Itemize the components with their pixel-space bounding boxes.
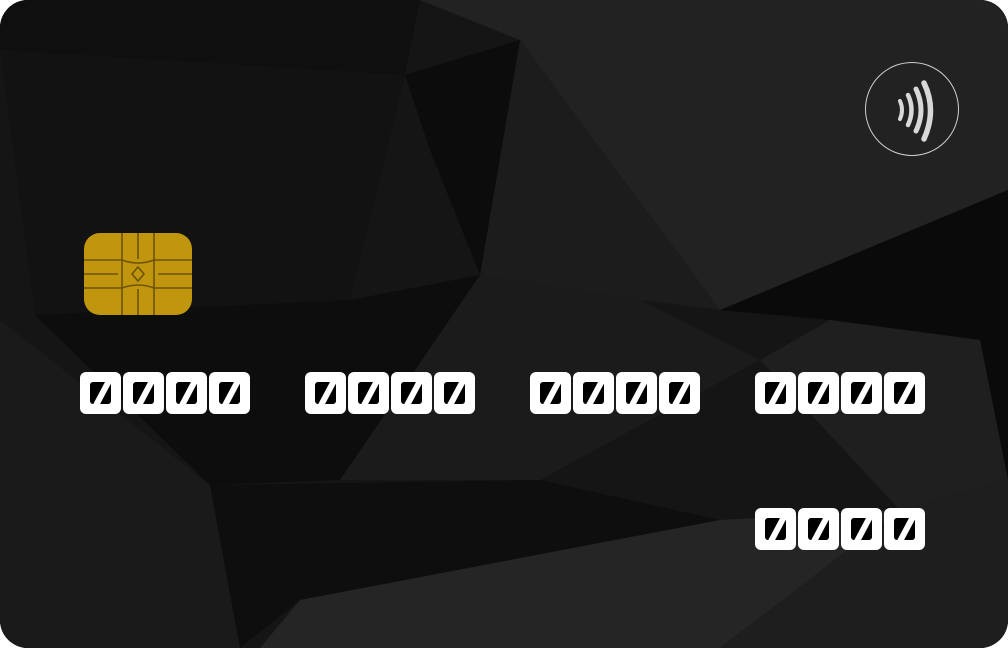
- card-number-group-1: 0000: [80, 372, 252, 416]
- digit: [530, 372, 571, 414]
- digit: [884, 508, 925, 550]
- card-number-group-3: 0000: [530, 372, 702, 416]
- digit: [348, 372, 389, 414]
- digit: [305, 372, 346, 414]
- card-number-group-2: 0000: [305, 372, 477, 416]
- credit-card: 0000 0000 0000 0000 0000: [0, 0, 1008, 648]
- contactless-badge: [865, 62, 959, 156]
- digit: [391, 372, 432, 414]
- expiry-date: 0000: [755, 508, 927, 552]
- digit: [841, 508, 882, 550]
- digit: [434, 372, 475, 414]
- digit: [755, 508, 796, 550]
- digit: [798, 508, 839, 550]
- contactless-icon: [898, 80, 934, 142]
- digit: [209, 372, 250, 414]
- digit: [841, 372, 882, 414]
- digit: [884, 372, 925, 414]
- card-number-group-4: 0000: [755, 372, 927, 416]
- digit: [123, 372, 164, 414]
- digit: [573, 372, 614, 414]
- digit: [616, 372, 657, 414]
- digit: [80, 372, 121, 414]
- chip-icon: [84, 233, 192, 315]
- digit: [755, 372, 796, 414]
- digit: [659, 372, 700, 414]
- digit: [166, 372, 207, 414]
- digit: [798, 372, 839, 414]
